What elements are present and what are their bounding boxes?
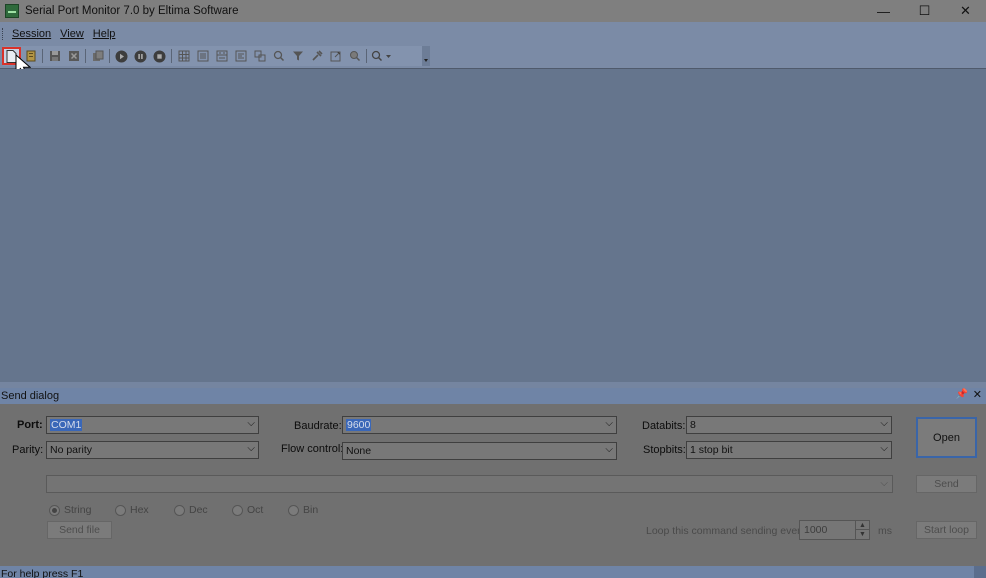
toolbar-separator <box>42 49 43 63</box>
chevron-down-icon: ⌵ <box>880 418 888 429</box>
send-file-button[interactable]: Send file <box>47 521 112 539</box>
radio-dot <box>49 504 60 516</box>
chevron-down-icon: ⌵ <box>605 444 613 455</box>
format-radio-dec[interactable]: Dec <box>174 504 208 516</box>
format-radio-hex[interactable]: Hex <box>115 504 149 516</box>
main-workspace <box>0 69 986 382</box>
menu-toolbar-area: Session View Help <box>0 22 986 69</box>
send-dialog-title: Send dialog <box>1 390 60 402</box>
loop-interval-spinner[interactable]: 1000 ▲ ▼ <box>799 520 870 540</box>
radio-dot <box>288 504 299 516</box>
send-dialog-header: Send dialog 📌 ✕ <box>0 388 986 404</box>
start-loop-button[interactable]: Start loop <box>916 521 977 539</box>
radio-dot <box>174 504 185 516</box>
command-input[interactable]: ⌵ <box>46 475 893 493</box>
window-title: Serial Port Monitor 7.0 by Eltima Softwa… <box>25 5 239 17</box>
modbus-view-icon[interactable] <box>250 47 269 65</box>
pause-icon[interactable] <box>131 47 150 65</box>
databits-select[interactable]: 8 ⌵ <box>686 416 892 434</box>
resize-grip-icon[interactable] <box>974 566 986 578</box>
parity-select[interactable]: No parity ⌵ <box>46 441 259 459</box>
spin-down-icon[interactable]: ▼ <box>855 530 869 539</box>
toolbar-separator <box>366 49 367 63</box>
status-bar: For help press F1 <box>0 566 986 578</box>
zoom-icon[interactable] <box>345 47 364 65</box>
port-select[interactable]: COM1 ⌵ <box>46 416 259 434</box>
export-icon[interactable] <box>326 47 345 65</box>
flow-control-select[interactable]: None ⌵ <box>342 442 617 460</box>
spin-up-icon[interactable]: ▲ <box>855 521 869 530</box>
menu-view[interactable]: View <box>60 28 84 40</box>
close-panel-icon[interactable]: ✕ <box>973 388 982 401</box>
format-radio-bin[interactable]: Bin <box>288 504 318 516</box>
flow-control-label: Flow control: <box>281 443 344 455</box>
open-button[interactable]: Open <box>916 417 977 458</box>
radio-dot <box>232 504 243 516</box>
menu-grip <box>2 28 5 40</box>
menu-help[interactable]: Help <box>93 28 116 40</box>
toolbar-separator <box>171 49 172 63</box>
pin-icon[interactable]: 📌 <box>956 389 968 400</box>
chevron-down-icon: ⌵ <box>247 443 255 454</box>
format-radio-oct[interactable]: Oct <box>232 504 263 516</box>
main-toolbar <box>2 46 430 66</box>
line-view-icon[interactable] <box>193 47 212 65</box>
close-button[interactable]: ✕ <box>945 0 986 22</box>
chevron-down-icon: ⌵ <box>880 478 888 489</box>
menu-session[interactable]: Session <box>12 28 51 40</box>
stopbits-label: Stopbits: <box>643 444 686 456</box>
port-label: Port: <box>17 419 43 431</box>
minimize-button[interactable]: — <box>863 0 904 22</box>
terminal-view-icon[interactable] <box>231 47 250 65</box>
play-icon[interactable] <box>112 47 131 65</box>
loop-unit-label: ms <box>878 525 892 537</box>
chevron-down-icon: ⌵ <box>247 418 255 429</box>
copy-icon[interactable] <box>88 47 107 65</box>
search-icon[interactable] <box>269 47 288 65</box>
find-dropdown-icon[interactable] <box>369 47 395 65</box>
status-text: For help press F1 <box>1 568 84 578</box>
save-icon[interactable] <box>45 47 64 65</box>
dump-view-icon[interactable] <box>212 47 231 65</box>
stopbits-select[interactable]: 1 stop bit ⌵ <box>686 441 892 459</box>
tools-icon[interactable] <box>307 47 326 65</box>
table-view-icon[interactable] <box>174 47 193 65</box>
radio-dot <box>115 504 126 516</box>
app-window: Serial Port Monitor 7.0 by Eltima Softwa… <box>0 0 986 578</box>
baudrate-select[interactable]: 9600 ⌵ <box>342 416 617 434</box>
menu-bar: Session View Help <box>0 26 117 42</box>
chevron-down-icon: ⌵ <box>605 418 613 429</box>
baudrate-label: Baudrate: <box>294 420 342 432</box>
toolbar-separator <box>85 49 86 63</box>
chevron-down-icon: ⌵ <box>880 443 888 454</box>
filter-icon[interactable] <box>288 47 307 65</box>
loop-label: Loop this command sending every <box>646 525 806 537</box>
close-session-icon[interactable] <box>64 47 83 65</box>
parity-label: Parity: <box>12 444 44 456</box>
stop-icon[interactable] <box>150 47 169 65</box>
toolbar-separator <box>109 49 110 63</box>
databits-label: Databits: <box>642 420 686 432</box>
title-bar: Serial Port Monitor 7.0 by Eltima Softwa… <box>0 0 986 22</box>
format-radio-string[interactable]: String <box>49 504 91 516</box>
app-icon <box>5 4 19 18</box>
send-button[interactable]: Send <box>916 475 977 493</box>
maximize-button[interactable]: ☐ <box>904 0 945 22</box>
toolbar-overflow-icon[interactable] <box>422 46 430 66</box>
window-controls: — ☐ ✕ <box>863 0 986 22</box>
